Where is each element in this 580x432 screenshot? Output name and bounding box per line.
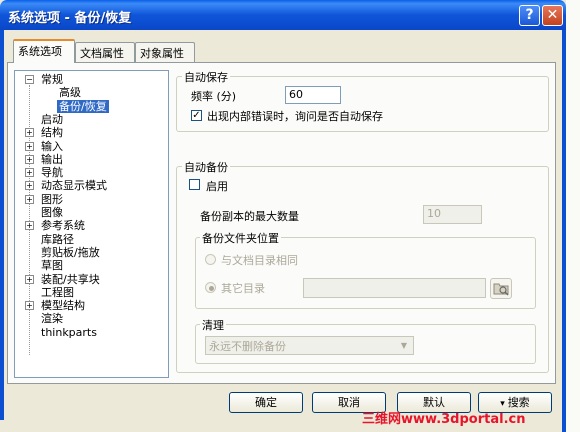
tree-item-label: 结构 (41, 126, 63, 140)
tree-item-label: 工程图 (41, 285, 74, 299)
tree-item[interactable]: 工程图 (15, 286, 165, 299)
same-dir-radio[interactable] (205, 254, 216, 265)
tree-item[interactable]: 库路径 (15, 233, 165, 246)
frequency-label: 频率 (分) (191, 90, 237, 103)
cleanup-group-label: 清理 (200, 317, 226, 333)
tree-item-label: 导航 (41, 166, 63, 180)
tree-item-label: 图形 (41, 192, 63, 206)
autosave-group-label: 自动保存 (182, 69, 230, 85)
tree-item-label: 常规 (41, 73, 63, 86)
expand-icon[interactable]: + (25, 301, 34, 311)
browse-folder-button[interactable] (490, 278, 512, 299)
tab-object-properties[interactable]: 对象属性 (135, 42, 195, 62)
expand-icon[interactable]: + (25, 194, 34, 204)
tree-item[interactable]: + 图形 (15, 193, 165, 206)
tree-item[interactable]: thinkparts (15, 326, 165, 339)
expand-icon[interactable]: + (25, 128, 34, 138)
tree-item-label: 参考系统 (41, 219, 85, 233)
cleanup-select-value: 永远不删除备份 (209, 340, 286, 353)
options-tree: − 常规 高级 备份/恢复 启动 + 结构 + 输入 + 输出 + 导航 + 动态显示模式 + 图形 图像 + 参考系… (14, 70, 169, 378)
close-button[interactable]: ✕ (542, 5, 563, 26)
background-outside (566, 0, 580, 432)
expand-icon[interactable]: + (25, 141, 34, 151)
tree-item[interactable]: + 参考系统 (15, 219, 165, 232)
tree-item[interactable]: 渲染 (15, 312, 165, 325)
backup-folder-group-label: 备份文件夹位置 (200, 230, 281, 246)
tree-item-label: 装配/共享块 (41, 272, 100, 286)
enable-backup-label: 启用 (206, 180, 228, 193)
help-button[interactable]: ? (519, 5, 540, 26)
frequency-input[interactable]: 60 (285, 86, 341, 104)
other-dir-radio[interactable] (205, 282, 216, 293)
window-title: 系统选项 - 备份/恢复 (8, 11, 132, 26)
cleanup-select[interactable]: 永远不删除备份 ▼ (205, 336, 414, 355)
ok-button[interactable]: 确定 (229, 392, 303, 413)
tree-item[interactable]: 图像 (15, 206, 165, 219)
max-copies-label: 备份副本的最大数量 (200, 210, 299, 223)
tree-item[interactable]: 草图 (15, 259, 165, 272)
folder-browse-icon (493, 283, 509, 296)
tree-item-label: thinkparts (41, 325, 97, 339)
watermark: 三维网www.3dportal.cn (362, 412, 526, 427)
tree-item[interactable]: 高级 (15, 86, 165, 99)
tree-item[interactable]: + 输入 (15, 140, 165, 153)
tree-item-label: 模型结构 (41, 299, 85, 313)
enable-backup-checkbox[interactable] (189, 179, 200, 190)
tree-item[interactable]: + 导航 (15, 166, 165, 179)
tree-item-label: 备份/恢复 (57, 99, 109, 113)
tree-item[interactable]: + 输出 (15, 153, 165, 166)
ask-autosave-checkbox[interactable]: ✓ (191, 110, 202, 121)
max-copies-input[interactable]: 10 (423, 205, 482, 224)
tree-item-label: 启动 (41, 112, 63, 126)
tree-item[interactable]: + 装配/共享块 (15, 273, 165, 286)
expand-icon[interactable]: + (25, 274, 34, 284)
other-dir-input[interactable] (303, 278, 486, 298)
tree-item-label: 高级 (59, 86, 81, 100)
tree-item-label: 剪贴板/拖放 (41, 245, 100, 259)
tree-item[interactable]: 启动 (15, 113, 165, 126)
tree-item[interactable]: + 结构 (15, 126, 165, 139)
expand-icon[interactable]: + (25, 154, 34, 164)
tree-item-label: 草图 (41, 259, 63, 273)
tree-item[interactable]: 剪贴板/拖放 (15, 246, 165, 259)
tree-item-label: 输入 (41, 139, 63, 153)
tab-system-options[interactable]: 系统选项 (13, 39, 75, 63)
tree-item-label: 图像 (41, 206, 63, 219)
chevron-down-icon: ▼ (400, 341, 408, 350)
other-dir-label: 其它目录 (221, 282, 265, 295)
backup-folder-group (195, 237, 536, 309)
collapse-icon[interactable]: − (25, 75, 34, 84)
tree-item[interactable]: 备份/恢复 (15, 99, 165, 113)
tree-item-label: 输出 (41, 152, 63, 166)
tab-document-properties[interactable]: 文档属性 (75, 42, 135, 62)
autobackup-group-label: 自动备份 (182, 159, 230, 175)
tree-item-label: 动态显示模式 (41, 179, 107, 193)
same-dir-label: 与文档目录相同 (221, 254, 298, 267)
ask-autosave-label: 出现内部错误时，询问是否自动保存 (207, 110, 383, 123)
tree-item-label: 库路径 (41, 232, 74, 246)
tree-item[interactable]: − 常规 (15, 73, 165, 86)
expand-icon[interactable]: + (25, 168, 34, 178)
expand-icon[interactable]: + (25, 181, 34, 191)
tree-item-label: 渲染 (41, 312, 63, 326)
tree-item[interactable]: + 动态显示模式 (15, 179, 165, 192)
expand-icon[interactable]: + (25, 221, 34, 231)
window-frame-left (0, 30, 4, 432)
tree-item[interactable]: + 模型结构 (15, 299, 165, 312)
